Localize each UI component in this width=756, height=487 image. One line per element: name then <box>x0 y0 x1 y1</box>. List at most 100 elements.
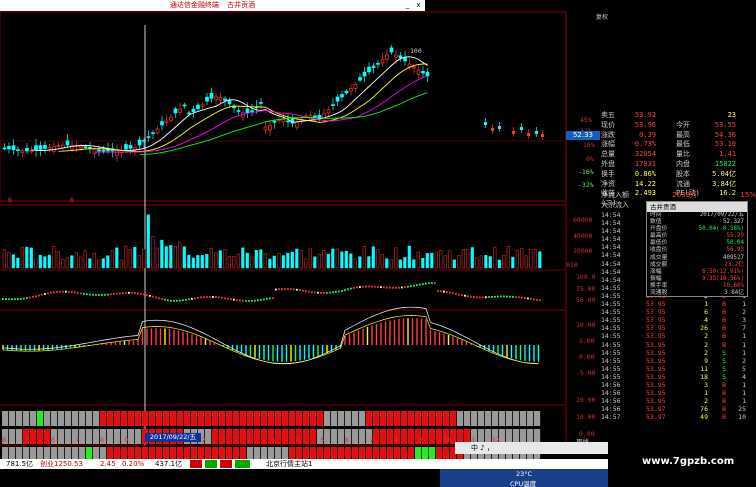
signal-cell <box>107 429 114 444</box>
volume-bar <box>43 256 47 269</box>
volume-bar <box>209 248 213 269</box>
indicator-dot <box>377 285 379 288</box>
indicator-dot <box>317 291 319 294</box>
candle <box>52 142 56 155</box>
tick-p: 53.95 <box>646 389 666 398</box>
tick-v: 1 <box>704 300 708 309</box>
tick-time-row: 14:56 <box>601 405 645 413</box>
indicator-dot <box>62 290 64 293</box>
indicator-dot <box>17 298 19 301</box>
signal-cell <box>163 411 170 426</box>
candle <box>137 136 142 150</box>
indicator2-line-a <box>2 306 539 365</box>
tick-time: 14:55 <box>601 364 621 373</box>
quote-label: 现价 <box>601 120 615 129</box>
indicator-dot <box>395 286 397 289</box>
candle <box>389 44 394 55</box>
candle <box>407 58 412 71</box>
volume-bar <box>25 246 29 269</box>
candle <box>353 81 358 93</box>
tick-p: 53.95 <box>646 364 666 373</box>
tick-p: 53.95 <box>646 397 666 406</box>
indicator-dot <box>275 288 277 291</box>
indicator-dot <box>191 297 193 300</box>
signal-cell <box>380 411 387 426</box>
status-chinext: 创业1250.53 <box>40 460 83 468</box>
chart-canvas[interactable] <box>0 0 608 460</box>
signal-cell <box>198 411 205 426</box>
indicator-dot <box>281 288 283 290</box>
volume-bar <box>119 259 123 269</box>
tick-d: B <box>722 316 726 325</box>
quote-value: 53.96 <box>634 120 656 129</box>
signal-cell <box>121 411 128 426</box>
signal-cell <box>142 411 149 426</box>
tick-row: 53.95 2 B 1 <box>646 341 756 349</box>
volume-bar <box>38 254 42 269</box>
indicator-dot <box>497 295 499 298</box>
tick-n: 1 <box>742 300 746 309</box>
volume-bar <box>335 248 339 269</box>
signal-cell <box>310 411 317 426</box>
indicator-dot <box>83 292 85 295</box>
popup-label: 成交额 <box>650 261 668 268</box>
tick-p: 53.95 <box>646 348 666 357</box>
signal-cell <box>261 429 268 444</box>
indicator-dot <box>122 292 124 294</box>
indicator-dot <box>506 295 508 298</box>
tick-v: 2 <box>704 340 708 349</box>
candle <box>331 98 335 111</box>
indicator-dot <box>341 290 343 292</box>
candle <box>367 62 371 76</box>
indicator-dot <box>143 293 145 296</box>
ime-toolbar[interactable]: 中 ♪ ， <box>455 442 608 454</box>
signal-cell <box>429 411 436 426</box>
indicator-dot <box>290 288 292 290</box>
candle <box>205 92 209 106</box>
volume-bar <box>277 253 281 269</box>
vol-label-20000: 20000 <box>573 247 593 255</box>
volume-bar <box>313 256 317 269</box>
volume-bar <box>412 259 416 269</box>
ime-label[interactable]: 中 ♪ ， <box>471 444 494 452</box>
tick-v: 49 <box>700 413 708 422</box>
indicator-dot <box>101 294 103 296</box>
indicator-dot <box>434 282 436 284</box>
tick-v: 1 <box>704 389 708 398</box>
tray-cpu: CPU温度 <box>510 480 537 487</box>
indicator-dot <box>188 298 190 301</box>
tick-v: 9 <box>704 356 708 365</box>
indicator-dot <box>197 296 199 299</box>
popup-value: 9.35(18.56%) <box>702 275 744 282</box>
status-server[interactable]: 北京行情主站1 <box>266 459 312 469</box>
signal-cell <box>233 429 240 444</box>
signal-cell <box>506 411 513 426</box>
indicator-dot <box>371 285 373 288</box>
tick-p: 53.97 <box>646 405 666 414</box>
signal-cell <box>205 411 212 426</box>
sell5-row: 卖五 53.92 23 <box>601 111 756 121</box>
volume-bar <box>380 254 384 269</box>
volume-bar <box>142 248 146 269</box>
popup-value: 50.04(-0.58%) <box>698 226 744 233</box>
volume-bar <box>304 258 308 269</box>
ma-yellow-line <box>58 63 428 152</box>
adjust-tab[interactable]: 复权 <box>455 12 608 21</box>
volume-bar <box>263 253 267 269</box>
volume-bar <box>34 258 38 269</box>
indicator-dot <box>455 292 457 295</box>
volume-bar <box>106 255 110 269</box>
tick-time-row: 14:54 <box>601 260 645 268</box>
tick-time-row: 14:55 <box>601 373 645 381</box>
indicator-dot <box>494 295 496 298</box>
indicator-dot <box>32 296 34 298</box>
quote-label: 涨幅 <box>601 140 615 149</box>
indicator-dot <box>269 297 271 300</box>
tray-temp: 23°C <box>516 470 533 478</box>
quote-value: 54.36 <box>714 130 736 139</box>
volume-bar <box>421 258 425 269</box>
indicator-dot <box>338 290 340 293</box>
candle <box>250 104 254 116</box>
indicator-dot <box>53 291 55 294</box>
indicator-dot <box>35 295 37 298</box>
